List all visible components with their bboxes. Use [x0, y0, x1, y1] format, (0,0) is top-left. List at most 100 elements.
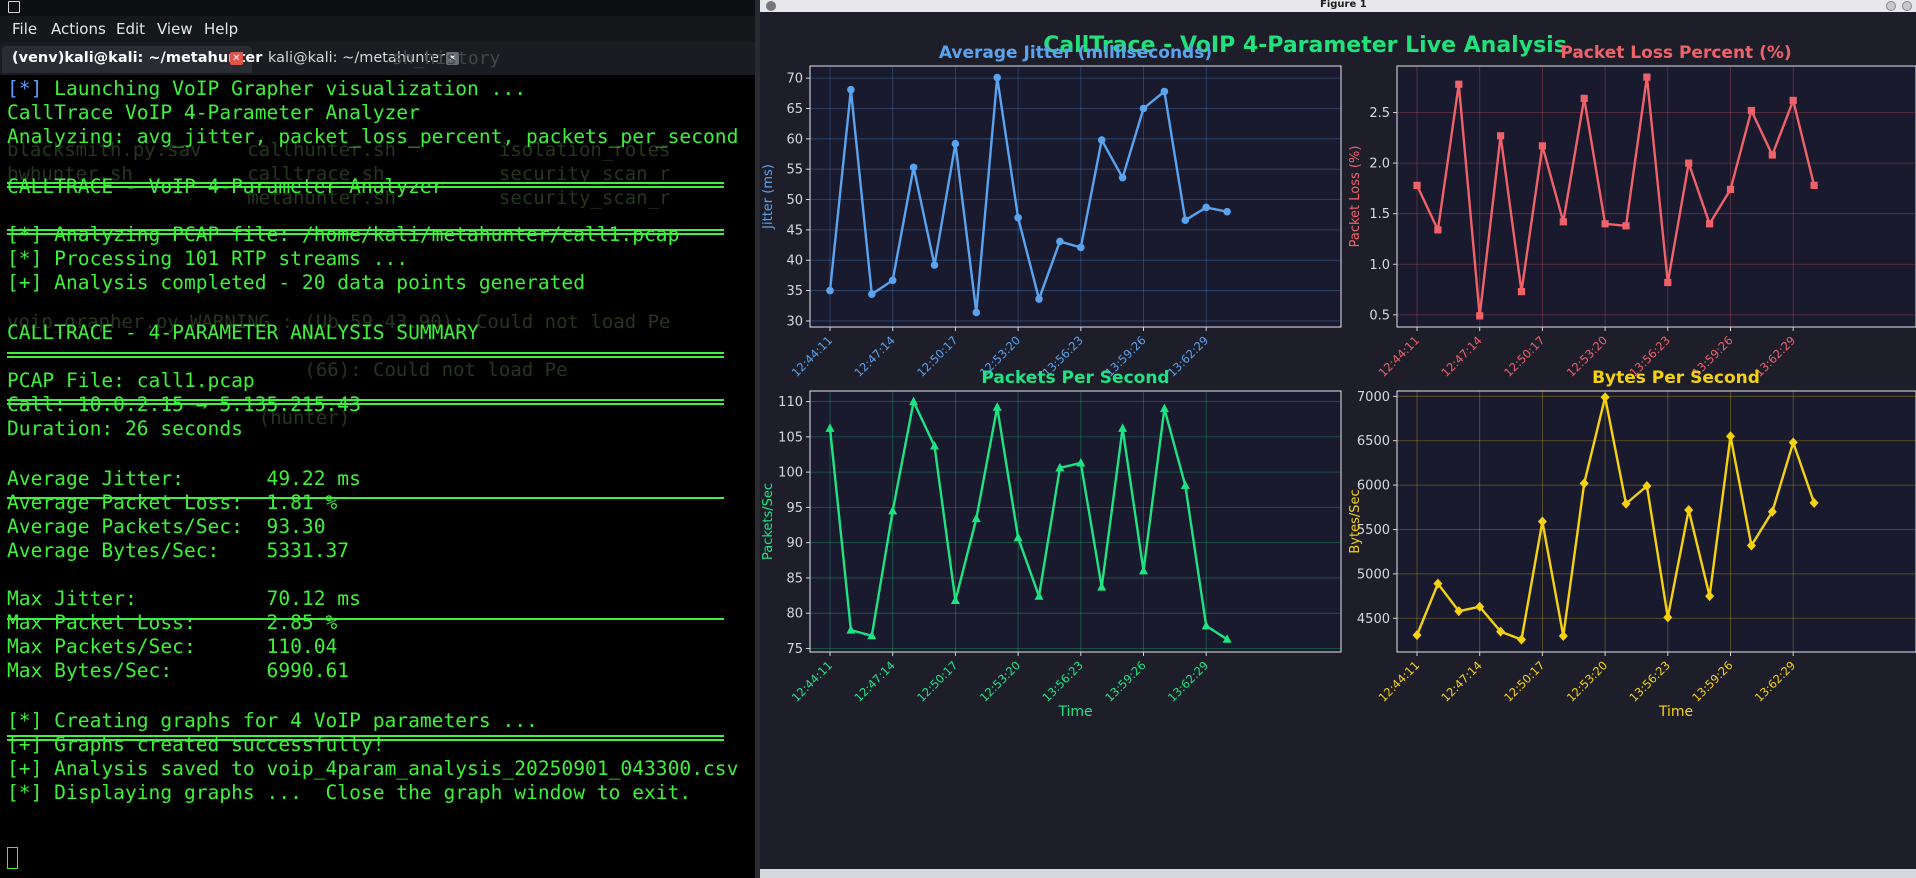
x-tick-label: 12:47:14: [1438, 333, 1484, 379]
data-point: [1517, 287, 1526, 296]
terminal-line: Max Bytes/Sec: 6990.61: [7, 659, 350, 682]
menu-file[interactable]: File: [12, 20, 37, 38]
data-point: [1622, 222, 1630, 230]
single-rule: [7, 497, 724, 499]
y-tick-label: 7000: [1357, 390, 1390, 405]
x-tick-label: 12:53:20: [1564, 658, 1610, 704]
data-point: [993, 73, 1001, 82]
x-axis-label: Time: [1658, 704, 1693, 720]
y-tick-label: 1.5: [1369, 207, 1390, 222]
menu-actions[interactable]: Actions: [51, 20, 106, 38]
terminal-line: Call: 10.0.2.15 → 5.135.215.43: [7, 393, 361, 416]
menu-view[interactable]: View: [157, 20, 193, 38]
y-tick-label: 100: [778, 466, 803, 481]
data-point: [1056, 237, 1064, 246]
data-point: [1768, 151, 1776, 159]
terminal-line: [+] Analysis saved to voip_4param_analys…: [7, 757, 739, 780]
x-tick-label: 12:50:17: [1501, 658, 1547, 704]
x-tick-label: 12:44:11: [789, 658, 835, 704]
terminal-line: [*] Displaying graphs ... Close the grap…: [7, 781, 692, 804]
y-tick-label: 60: [786, 132, 803, 147]
figure-statusbar: [760, 869, 1916, 878]
maximize-icon[interactable]: [1902, 1, 1912, 11]
data-point: [1455, 80, 1463, 88]
data-point: [1706, 220, 1714, 228]
y-axis-label: Jitter (ms): [761, 164, 776, 230]
data-point: [1077, 243, 1085, 252]
x-tick-label: 12:50:17: [914, 333, 960, 379]
data-point: [1643, 73, 1651, 81]
data-point: [1580, 94, 1588, 102]
terminal-line: PCAP File: call1.pcap: [7, 369, 255, 392]
chart-title: Bytes Per Second: [1592, 368, 1760, 388]
y-tick-label: 5000: [1357, 567, 1390, 582]
terminal-titlebar: [0, 0, 755, 16]
chart-title: Average Jitter (milliseconds): [939, 43, 1212, 63]
data-point: [1726, 185, 1735, 194]
plot-area: [1396, 65, 1916, 328]
figure-titlebar[interactable]: Figure 1: [760, 0, 1916, 12]
chart-panel-4: 45005000550060006500700012:44:11 12:47:14…: [1348, 368, 1916, 720]
y-tick-label: 6500: [1357, 434, 1390, 449]
y-tick-label: 1.0: [1369, 258, 1390, 273]
plot-area: [1396, 390, 1916, 653]
terminal-line: Max Jitter: 70.12 ms: [7, 587, 361, 610]
data-point: [847, 85, 855, 94]
tab-venv-metahunter[interactable]: (venv)kali@kali: ~/metahunter ✕: [2, 46, 262, 73]
single-rule: [7, 618, 724, 620]
menu-bar: File Actions Edit View Help: [0, 16, 755, 42]
chart-title: Packet Loss Percent (%): [1560, 43, 1791, 63]
data-point: [1181, 216, 1190, 224]
data-point: [826, 286, 834, 295]
data-point: [1160, 87, 1169, 96]
chart-panel-1: 30 35 40 45 50 55 60 65 70 12:44:11 12:47:14 12:50:…: [761, 43, 1342, 380]
y-tick-label: 30: [786, 314, 803, 329]
data-point: [1434, 226, 1442, 234]
terminal-line: [*] Processing 101 RTP streams ...: [7, 247, 409, 270]
terminal-line: [*] Creating graphs for 4 VoIP parameter…: [7, 709, 538, 732]
terminal-output[interactable]: blacksmith.py.sav callhunter.sh isolatio…: [7, 77, 752, 845]
y-axis-label: Packet Loss (%): [1348, 146, 1363, 248]
terminal-line: Max Packets/Sec: 110.04: [7, 635, 338, 658]
x-tick-label: 12:44:11: [1376, 658, 1422, 704]
data-point: [1035, 295, 1043, 303]
y-tick-label: 95: [786, 501, 803, 516]
data-point: [972, 308, 981, 317]
y-tick-label: 90: [786, 536, 803, 551]
double-rule: [7, 399, 724, 405]
double-rule: [7, 352, 724, 358]
y-tick-label: 2.0: [1369, 157, 1390, 172]
x-tick-label: 12:53:20: [977, 658, 1023, 704]
data-point: [1664, 278, 1672, 287]
data-point: [1014, 213, 1022, 222]
terminal-line: [*] Launching VoIP Grapher visualization…: [7, 77, 526, 101]
terminal-line: Max Packet Loss: 2.85 %: [7, 611, 338, 634]
data-point: [1685, 159, 1693, 167]
x-tick-label: 13:59:26: [1689, 658, 1735, 704]
y-tick-label: 35: [786, 284, 803, 299]
data-point: [1413, 181, 1421, 189]
y-tick-label: 2.5: [1369, 106, 1390, 121]
double-rule: [7, 229, 724, 235]
x-tick-label: 13:62:29: [1165, 658, 1211, 704]
terminal-line: Analyzing: avg_jitter, packet_loss_perce…: [7, 125, 739, 148]
y-tick-label: 4500: [1357, 612, 1390, 627]
data-point: [1223, 207, 1231, 216]
y-tick-label: 55: [786, 163, 803, 178]
x-tick-label: 13:59:26: [1102, 658, 1148, 704]
minimize-icon[interactable]: [1886, 1, 1896, 11]
figure-canvas: CallTrace - VoIP 4-Parameter Live Analys…: [761, 33, 1916, 720]
terminal-line: Average Jitter: 49.22 ms: [7, 467, 361, 490]
x-tick-label: 12:50:17: [1501, 333, 1547, 379]
tab-close-icon[interactable]: ✕: [230, 52, 243, 65]
y-axis-label: Packets/Sec: [761, 483, 776, 560]
data-point: [888, 276, 897, 285]
menu-edit[interactable]: Edit: [116, 20, 145, 38]
menu-help[interactable]: Help: [204, 20, 238, 38]
terminal-window[interactable]: File Actions Edit View Help (venv)kali@k…: [0, 0, 755, 878]
y-tick-label: 110: [778, 395, 803, 410]
x-tick-label: 13:62:29: [1165, 333, 1211, 379]
x-tick-label: 12:44:11: [789, 333, 835, 379]
y-tick-label: 50: [786, 193, 803, 208]
data-point: [1139, 104, 1148, 113]
